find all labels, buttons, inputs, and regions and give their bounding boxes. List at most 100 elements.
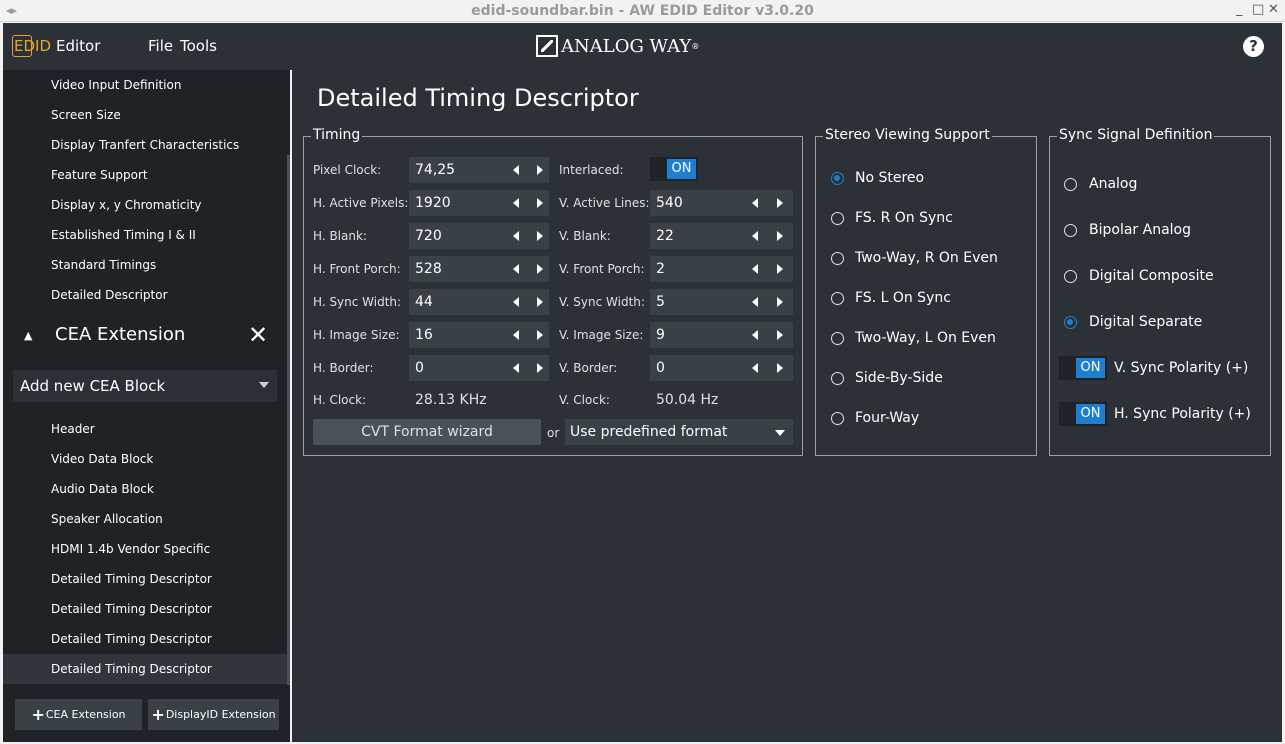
v-front-porch-spinner[interactable]: 2: [650, 256, 793, 282]
h-active-spinner[interactable]: 1920: [409, 190, 549, 216]
increment-icon[interactable]: [537, 297, 543, 307]
h-blank-spinner[interactable]: 720: [409, 223, 549, 249]
decrement-icon[interactable]: [752, 330, 758, 340]
sidebar-item-video-data-block[interactable]: Video Data Block: [3, 444, 287, 474]
increment-icon[interactable]: [537, 198, 543, 208]
increment-icon[interactable]: [777, 231, 783, 241]
radio-four-way[interactable]: [831, 412, 844, 425]
sidebar-scrollbar[interactable]: [287, 155, 290, 685]
fs-l-on-sync-label[interactable]: FS. L On Sync: [855, 290, 951, 306]
decrement-icon[interactable]: [513, 363, 519, 373]
decrement-icon[interactable]: [513, 198, 519, 208]
v-sync-polarity-toggle[interactable]: ON: [1059, 356, 1107, 380]
sidebar-item-speaker-allocation[interactable]: Speaker Allocation: [3, 504, 287, 534]
v-border-spinner[interactable]: 0: [650, 355, 793, 381]
side-by-side-label[interactable]: Side-By-Side: [855, 370, 943, 386]
v-sync-width-label: V. Sync Width:: [559, 295, 645, 309]
sidebar-item-standard-timings[interactable]: Standard Timings: [3, 250, 287, 280]
h-sync-polarity-toggle[interactable]: ON: [1059, 402, 1107, 426]
increment-icon[interactable]: [777, 198, 783, 208]
radio-two-way-l[interactable]: [831, 332, 844, 345]
decrement-icon[interactable]: [513, 297, 519, 307]
h-border-label: H. Border:: [313, 361, 374, 375]
two-way-r-label[interactable]: Two-Way, R On Even: [855, 250, 998, 266]
close-window-button[interactable]: ✕: [1268, 2, 1279, 17]
sidebar-item-detailed-descriptor[interactable]: Detailed Descriptor: [3, 280, 287, 310]
decrement-icon[interactable]: [752, 363, 758, 373]
h-image-size-spinner[interactable]: 16: [409, 322, 549, 348]
sidebar-item-video-input-definition[interactable]: Video Input Definition: [3, 70, 287, 100]
add-cea-block-select[interactable]: Add new CEA Block: [13, 370, 277, 402]
radio-fs-l-on-sync[interactable]: [831, 292, 844, 305]
no-stereo-label[interactable]: No Stereo: [855, 170, 924, 186]
sidebar-item-screen-size[interactable]: Screen Size: [3, 100, 287, 130]
radio-digital-separate[interactable]: [1064, 316, 1077, 329]
decrement-icon[interactable]: [513, 330, 519, 340]
sidebar-item-dtd-4[interactable]: Detailed Timing Descriptor: [3, 654, 287, 684]
v-image-size-spinner[interactable]: 9: [650, 322, 793, 348]
radio-side-by-side[interactable]: [831, 372, 844, 385]
decrement-icon[interactable]: [752, 297, 758, 307]
h-sync-width-spinner[interactable]: 44: [409, 289, 549, 315]
cea-extension-header[interactable]: ▲ CEA Extension ✕: [3, 320, 287, 350]
sidebar-item-chromaticity[interactable]: Display x, y Chromaticity: [3, 190, 287, 220]
add-cea-extension-button[interactable]: +CEA Extension: [15, 699, 142, 730]
sidebar-item-dtd-3[interactable]: Detailed Timing Descriptor: [3, 624, 287, 654]
decrement-icon[interactable]: [513, 264, 519, 274]
two-way-l-label[interactable]: Two-Way, L On Even: [855, 330, 996, 346]
interlaced-toggle[interactable]: ON: [650, 157, 698, 181]
radio-two-way-r[interactable]: [831, 252, 844, 265]
increment-icon[interactable]: [537, 231, 543, 241]
pixel-clock-spinner[interactable]: 74,25: [409, 157, 549, 183]
v-active-spinner[interactable]: 540: [650, 190, 793, 216]
sidebar-item-established-timing[interactable]: Established Timing I & II: [3, 220, 287, 250]
sidebar-item-hdmi-vendor[interactable]: HDMI 1.4b Vendor Specific: [3, 534, 287, 564]
increment-icon[interactable]: [777, 363, 783, 373]
menu-file[interactable]: File: [148, 37, 173, 55]
decrement-icon[interactable]: [752, 264, 758, 274]
add-displayid-extension-button[interactable]: +DisplayID Extension: [148, 699, 279, 730]
increment-icon[interactable]: [537, 165, 543, 175]
radio-bipolar-analog[interactable]: [1064, 224, 1077, 237]
h-border-spinner[interactable]: 0: [409, 355, 549, 381]
increment-icon[interactable]: [537, 264, 543, 274]
increment-icon[interactable]: [777, 264, 783, 274]
sidebar-item-header[interactable]: Header: [3, 414, 287, 444]
predefined-format-select[interactable]: Use predefined format: [565, 419, 793, 445]
v-blank-spinner[interactable]: 22: [650, 223, 793, 249]
h-front-porch-spinner[interactable]: 528: [409, 256, 549, 282]
fs-r-on-sync-label[interactable]: FS. R On Sync: [855, 210, 953, 226]
sidebar-item-feature-support[interactable]: Feature Support: [3, 160, 287, 190]
decrement-icon[interactable]: [513, 231, 519, 241]
analog-label[interactable]: Analog: [1089, 176, 1137, 192]
decrement-icon[interactable]: [752, 231, 758, 241]
v-sync-width-spinner[interactable]: 5: [650, 289, 793, 315]
sidebar-item-dtd-1[interactable]: Detailed Timing Descriptor: [3, 564, 287, 594]
four-way-label[interactable]: Four-Way: [855, 410, 919, 426]
pixel-clock-label: Pixel Clock:: [313, 163, 382, 177]
collapse-arrow-icon[interactable]: ▲: [24, 329, 32, 342]
increment-icon[interactable]: [537, 363, 543, 373]
radio-no-stereo[interactable]: [831, 172, 844, 185]
maximize-button[interactable]: □: [1252, 2, 1264, 17]
sidebar-item-display-transfer[interactable]: Display Tranfert Characteristics: [3, 130, 287, 160]
decrement-icon[interactable]: [752, 198, 758, 208]
radio-digital-composite[interactable]: [1064, 270, 1077, 283]
radio-fs-r-on-sync[interactable]: [831, 212, 844, 225]
remove-extension-icon[interactable]: ✕: [248, 321, 268, 349]
digital-composite-label[interactable]: Digital Composite: [1089, 268, 1214, 284]
h-active-value: 1920: [415, 195, 451, 211]
minimize-button[interactable]: _: [1236, 2, 1243, 17]
digital-separate-label[interactable]: Digital Separate: [1089, 314, 1202, 330]
increment-icon[interactable]: [777, 297, 783, 307]
help-icon[interactable]: ?: [1243, 36, 1264, 57]
menu-tools[interactable]: Tools: [180, 37, 217, 55]
radio-analog[interactable]: [1064, 178, 1077, 191]
increment-icon[interactable]: [537, 330, 543, 340]
decrement-icon[interactable]: [513, 165, 519, 175]
sidebar-item-dtd-2[interactable]: Detailed Timing Descriptor: [3, 594, 287, 624]
sidebar-item-audio-data-block[interactable]: Audio Data Block: [3, 474, 287, 504]
increment-icon[interactable]: [777, 330, 783, 340]
cvt-format-wizard-button[interactable]: CVT Format wizard: [313, 419, 541, 445]
bipolar-analog-label[interactable]: Bipolar Analog: [1089, 222, 1191, 238]
